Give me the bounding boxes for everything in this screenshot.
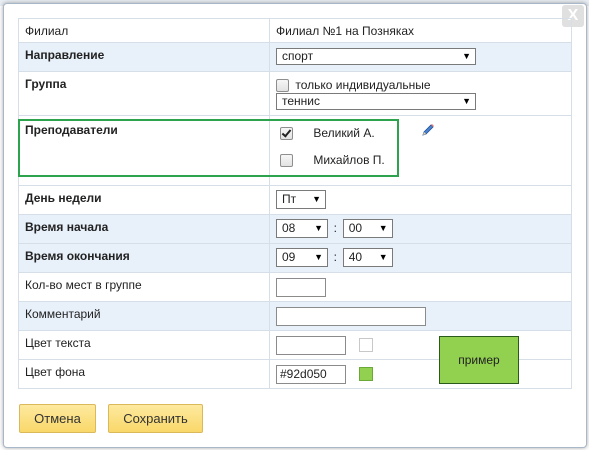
chevron-down-icon: ▼ xyxy=(312,194,321,204)
end-hour-select[interactable]: 09 ▼ xyxy=(276,248,328,267)
time-separator: : xyxy=(333,221,338,235)
group-form: Филиал Филиал №1 на Позняках Направление… xyxy=(18,18,572,389)
comment-input[interactable] xyxy=(276,307,426,326)
pencil-icon[interactable] xyxy=(420,122,436,138)
filial-value: Филиал №1 на Позняках xyxy=(269,18,572,43)
end-minute-select[interactable]: 40 ▼ xyxy=(342,248,393,267)
teacher-name: Великий А. xyxy=(313,126,375,140)
text-color-swatch[interactable] xyxy=(359,338,374,352)
group-select[interactable]: теннис ▼ xyxy=(276,93,476,110)
seats-input[interactable] xyxy=(276,278,326,297)
text-color-input[interactable] xyxy=(276,336,346,355)
chevron-down-icon: ▼ xyxy=(462,96,471,106)
cancel-button[interactable]: Отмена xyxy=(19,404,96,433)
direction-select-value: спорт xyxy=(282,49,314,63)
color-preview: пример xyxy=(439,336,519,384)
start-minute-value: 00 xyxy=(348,221,363,235)
chevron-down-icon: ▼ xyxy=(378,252,388,262)
chevron-down-icon: ▼ xyxy=(378,223,388,233)
start-time-label: Время начала xyxy=(18,214,270,244)
bg-color-swatch[interactable] xyxy=(359,367,374,381)
teachers-label: Преподаватели xyxy=(18,115,270,186)
start-hour-value: 08 xyxy=(282,221,296,235)
weekday-select-value: Пт xyxy=(282,192,297,206)
start-minute-select[interactable]: 00 ▼ xyxy=(342,219,393,238)
bg-color-label: Цвет фона xyxy=(18,359,270,389)
filial-label: Филиал xyxy=(18,18,270,43)
teacher-checkbox[interactable] xyxy=(280,127,293,141)
end-time-label: Время окончания xyxy=(18,243,270,273)
chevron-down-icon: ▼ xyxy=(462,51,471,61)
weekday-label: День недели xyxy=(18,185,270,215)
individual-only-checkbox[interactable] xyxy=(276,79,289,93)
chevron-down-icon: ▼ xyxy=(314,223,323,233)
direction-label: Направление xyxy=(18,42,270,72)
group-label: Группа xyxy=(18,71,270,116)
teacher-item[interactable]: Михайлов П. xyxy=(280,153,385,168)
teacher-name: Михайлов П. xyxy=(313,153,385,167)
time-separator: : xyxy=(333,250,338,264)
weekday-select[interactable]: Пт ▼ xyxy=(276,190,326,209)
save-button[interactable]: Сохранить xyxy=(108,404,203,433)
teacher-item[interactable]: Великий А. xyxy=(280,126,375,141)
individual-only-label: только индивидуальные xyxy=(295,78,431,92)
group-select-value: теннис xyxy=(282,94,320,108)
direction-select[interactable]: спорт ▼ xyxy=(276,48,476,65)
chevron-down-icon: ▼ xyxy=(314,252,323,262)
text-color-label: Цвет текста xyxy=(18,330,270,360)
start-hour-select[interactable]: 08 ▼ xyxy=(276,219,328,238)
teacher-checkbox[interactable] xyxy=(280,154,293,168)
bg-color-input[interactable]: #92d050 xyxy=(276,365,346,384)
seats-label: Кол-во мест в группе xyxy=(18,272,270,302)
comment-label: Комментарий xyxy=(18,301,270,331)
end-hour-value: 09 xyxy=(282,250,296,264)
end-minute-value: 40 xyxy=(348,250,363,264)
